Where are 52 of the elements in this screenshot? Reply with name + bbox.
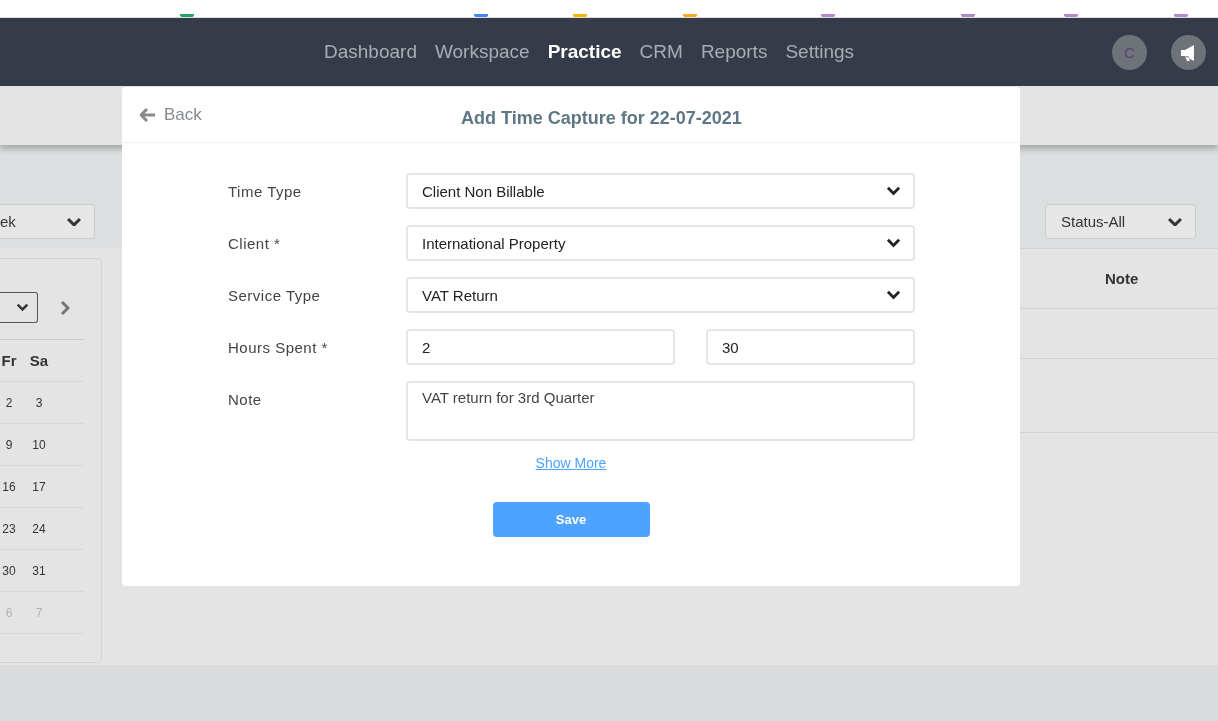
input-field[interactable]: 30 bbox=[706, 329, 915, 365]
select-field[interactable]: Client Non Billable bbox=[406, 173, 915, 209]
calendar-day[interactable]: 3 bbox=[35, 395, 43, 410]
input-field[interactable]: 2 bbox=[406, 329, 675, 365]
nav-link[interactable]: Dashboard bbox=[324, 41, 417, 63]
calendar-day[interactable]: 30 bbox=[2, 563, 16, 578]
chevron-down-icon bbox=[16, 303, 29, 312]
calendar-day[interactable]: 9 bbox=[5, 437, 13, 452]
chevron-down-icon bbox=[66, 216, 82, 227]
calendar-day[interactable]: 24 bbox=[32, 521, 46, 536]
nav-link[interactable]: CRM bbox=[639, 41, 683, 63]
field-label: Hours Spent * bbox=[228, 338, 329, 356]
app-icon[interactable] bbox=[961, 14, 975, 17]
nav-link[interactable]: Reports bbox=[700, 41, 768, 63]
calendar-day[interactable]: 23 bbox=[2, 521, 16, 536]
calendar-day[interactable]: 17 bbox=[32, 479, 46, 494]
calendar-day[interactable]: 10 bbox=[32, 437, 46, 452]
weekday-label: Fr bbox=[1, 352, 17, 369]
app-icon[interactable] bbox=[573, 14, 587, 17]
chevron-down-icon bbox=[1167, 216, 1183, 227]
calendar-day[interactable]: 31 bbox=[32, 563, 46, 578]
field-label: Client * bbox=[228, 234, 282, 252]
column-header: Note bbox=[1105, 270, 1139, 287]
field-label: Note bbox=[228, 390, 263, 408]
field-label: Time Type bbox=[228, 182, 303, 200]
app-icon[interactable] bbox=[821, 14, 835, 17]
announcement-button[interactable] bbox=[1171, 35, 1206, 70]
nav-link[interactable]: Workspace bbox=[434, 41, 530, 63]
dialog-title: Add Time Capture for 22-07-2021 bbox=[461, 108, 742, 129]
calendar-day[interactable]: 2 bbox=[5, 395, 13, 410]
nav-link[interactable]: Settings bbox=[785, 41, 855, 63]
arrow-left-icon bbox=[140, 108, 156, 122]
chevron-down-icon bbox=[886, 238, 901, 248]
app-icon[interactable] bbox=[683, 14, 697, 17]
chevron-right-icon[interactable] bbox=[60, 299, 70, 316]
app-icon[interactable] bbox=[180, 14, 194, 17]
app-icon[interactable] bbox=[1064, 14, 1078, 17]
select-field[interactable]: International Property bbox=[406, 225, 915, 261]
month-select[interactable] bbox=[0, 292, 38, 323]
chevron-down-icon bbox=[886, 290, 901, 300]
chevron-down-icon bbox=[886, 186, 901, 196]
note-field[interactable]: VAT return for 3rd Quarter bbox=[406, 381, 915, 441]
app-icon[interactable] bbox=[1174, 14, 1188, 17]
calendar-day[interactable]: 16 bbox=[2, 479, 16, 494]
nav-link[interactable]: Practice bbox=[547, 41, 622, 63]
back-link[interactable]: Back bbox=[140, 105, 202, 125]
select-field[interactable]: VAT Return bbox=[406, 277, 915, 313]
period-dropdown[interactable]: ek bbox=[0, 204, 95, 239]
status-dropdown[interactable]: Status-All bbox=[1045, 204, 1196, 239]
app-icon[interactable] bbox=[474, 14, 488, 17]
field-label: Service Type bbox=[228, 286, 322, 304]
weekday-label: Sa bbox=[29, 352, 49, 369]
